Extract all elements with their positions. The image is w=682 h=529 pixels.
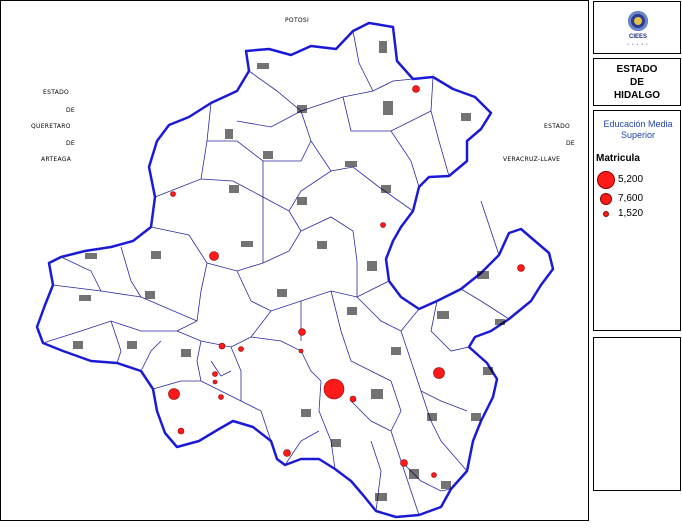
enrollment-circle [298, 348, 304, 354]
legend-item-large: 5,200 [594, 171, 682, 191]
label-west-1: ESTADO [43, 89, 70, 96]
legend-value: 5,200 [618, 174, 644, 185]
legend-heading: Matricula [596, 153, 640, 164]
logo-name: CIEES [628, 34, 647, 40]
label-east-3: VERACRUZ-LLAVE [503, 156, 561, 163]
title-line-3: HIDALGO [613, 90, 661, 101]
logo-sub: * * * * * [627, 42, 649, 47]
enrollment-circle [433, 367, 445, 379]
legend-item-small: 1,520 [594, 207, 682, 227]
title-line-2: DE [630, 77, 644, 88]
map-panel[interactable]: POTOSI ESTADO DE QUERETARO DE ARTEAGA ES… [0, 0, 589, 521]
enrollment-circle [283, 449, 291, 457]
legend-value: 1,520 [618, 208, 644, 219]
empty-panel [593, 337, 681, 491]
enrollment-circle [298, 328, 306, 336]
label-east-1: ESTADO [544, 123, 571, 130]
enrollment-circle [212, 371, 218, 377]
label-west-4: DE [66, 140, 76, 147]
title-panel: ESTADO DE HIDALGO [593, 58, 681, 106]
logo-panel: CIEES * * * * * [593, 1, 681, 54]
label-west-2: DE [66, 107, 76, 114]
legend-subtitle: Educación Media Superior [594, 119, 682, 141]
enrollment-circle [400, 459, 408, 467]
enrollment-circle [412, 85, 420, 93]
state-map[interactable] [1, 1, 590, 522]
legend-subtitle-line-1: Educación Media [603, 119, 673, 129]
enrollment-circle [431, 472, 437, 478]
label-west-3: QUERETARO [31, 123, 71, 130]
ciees-logo-icon [628, 11, 648, 31]
enrollment-circle [177, 427, 185, 435]
enrollment-circle [170, 191, 176, 197]
label-east-2: DE [566, 140, 576, 147]
enrollment-circle [238, 346, 244, 352]
medium-circle-icon [600, 193, 612, 205]
title-line-1: ESTADO [616, 64, 658, 75]
enrollment-circle [349, 395, 357, 403]
legend-value: 7,600 [618, 193, 644, 204]
state-outline [35, 21, 555, 519]
enrollment-circle [517, 264, 525, 272]
large-circle-icon [597, 171, 615, 189]
enrollment-circle [380, 222, 386, 228]
enrollment-circle [218, 342, 226, 350]
enrollment-circle [209, 251, 219, 261]
enrollment-circle [218, 394, 224, 400]
label-potosi: POTOSI [285, 17, 310, 24]
small-circle-icon [603, 211, 609, 217]
enrollment-circle [212, 379, 218, 385]
enrollment-circle [323, 378, 345, 400]
legend-subtitle-line-2: Superior [620, 130, 656, 140]
label-west-5: ARTEAGA [41, 156, 72, 163]
enrollment-circle [168, 388, 180, 400]
legend-panel: Educación Media Superior Matricula 5,200… [593, 110, 681, 331]
